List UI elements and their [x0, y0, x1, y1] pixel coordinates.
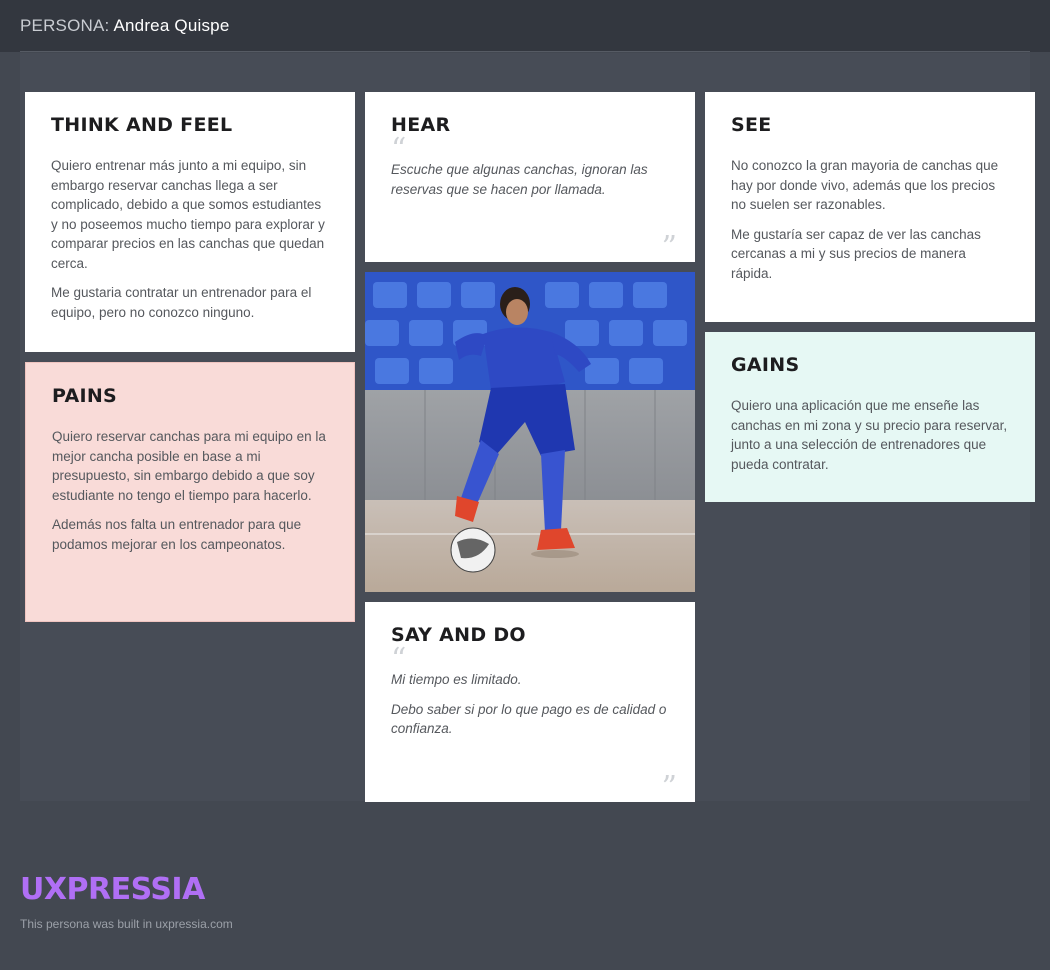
think-and-feel-card: THINK AND FEEL Quiero entrenar más junto…: [25, 92, 355, 352]
open-quote-icon: “: [391, 642, 407, 677]
gains-title: GAINS: [731, 354, 800, 376]
say-and-do-title: SAY AND DO: [391, 624, 526, 646]
say-and-do-text-1: Mi tiempo es limitado.: [391, 672, 522, 687]
say-and-do-card: SAY AND DO “ Mi tiempo es limitado. Debo…: [365, 602, 695, 805]
gains-text-1: Quiero una aplicación que me enseñe las …: [731, 398, 1008, 472]
see-title: SEE: [731, 114, 772, 136]
persona-title: PERSONA: Andrea Quispe: [20, 16, 229, 36]
persona-photo: [365, 272, 695, 592]
uxpressia-logo[interactable]: UXPRESSIA: [20, 872, 205, 907]
pains-text-1: Quiero reservar canchas para mi equipo e…: [52, 429, 326, 503]
see-text-2: Me gustaría ser capaz de ver las canchas…: [731, 226, 981, 281]
think-and-feel-title: THINK AND FEEL: [51, 114, 233, 136]
hear-card: HEAR “ Escuche que algunas canchas, igno…: [365, 92, 695, 265]
persona-name: Andrea Quispe: [113, 16, 230, 35]
see-card: SEE No conozco la gran mayoria de cancha…: [705, 92, 1035, 322]
close-quote-icon: ”: [661, 230, 677, 265]
persona-label: PERSONA:: [20, 16, 110, 35]
think-and-feel-text-1: Quiero entrenar más junto a mi equipo, s…: [51, 158, 325, 271]
pains-title: PAINS: [52, 385, 118, 407]
gains-card: GAINS Quiero una aplicación que me enseñ…: [705, 332, 1035, 502]
pains-text-2: Además nos falta un entrenador para que …: [52, 517, 302, 552]
built-with-note: This persona was built in uxpressia.com: [20, 917, 233, 931]
header-divider: [20, 51, 1030, 52]
top-bar: PERSONA: Andrea Quispe: [0, 0, 1050, 52]
futsal-player-image: [365, 272, 695, 592]
close-quote-icon: ”: [661, 770, 677, 805]
pains-card: PAINS Quiero reservar canchas para mi eq…: [25, 362, 355, 622]
say-and-do-text-2: Debo saber si por lo que pago es de cali…: [391, 701, 667, 737]
see-text-1: No conozco la gran mayoria de canchas qu…: [731, 158, 999, 212]
hear-text-1: Escuche que algunas canchas, ignoran las…: [391, 162, 648, 197]
open-quote-icon: “: [391, 132, 407, 167]
hear-title: HEAR: [391, 114, 451, 136]
think-and-feel-text-2: Me gustaria contratar un entrenador para…: [51, 285, 312, 320]
